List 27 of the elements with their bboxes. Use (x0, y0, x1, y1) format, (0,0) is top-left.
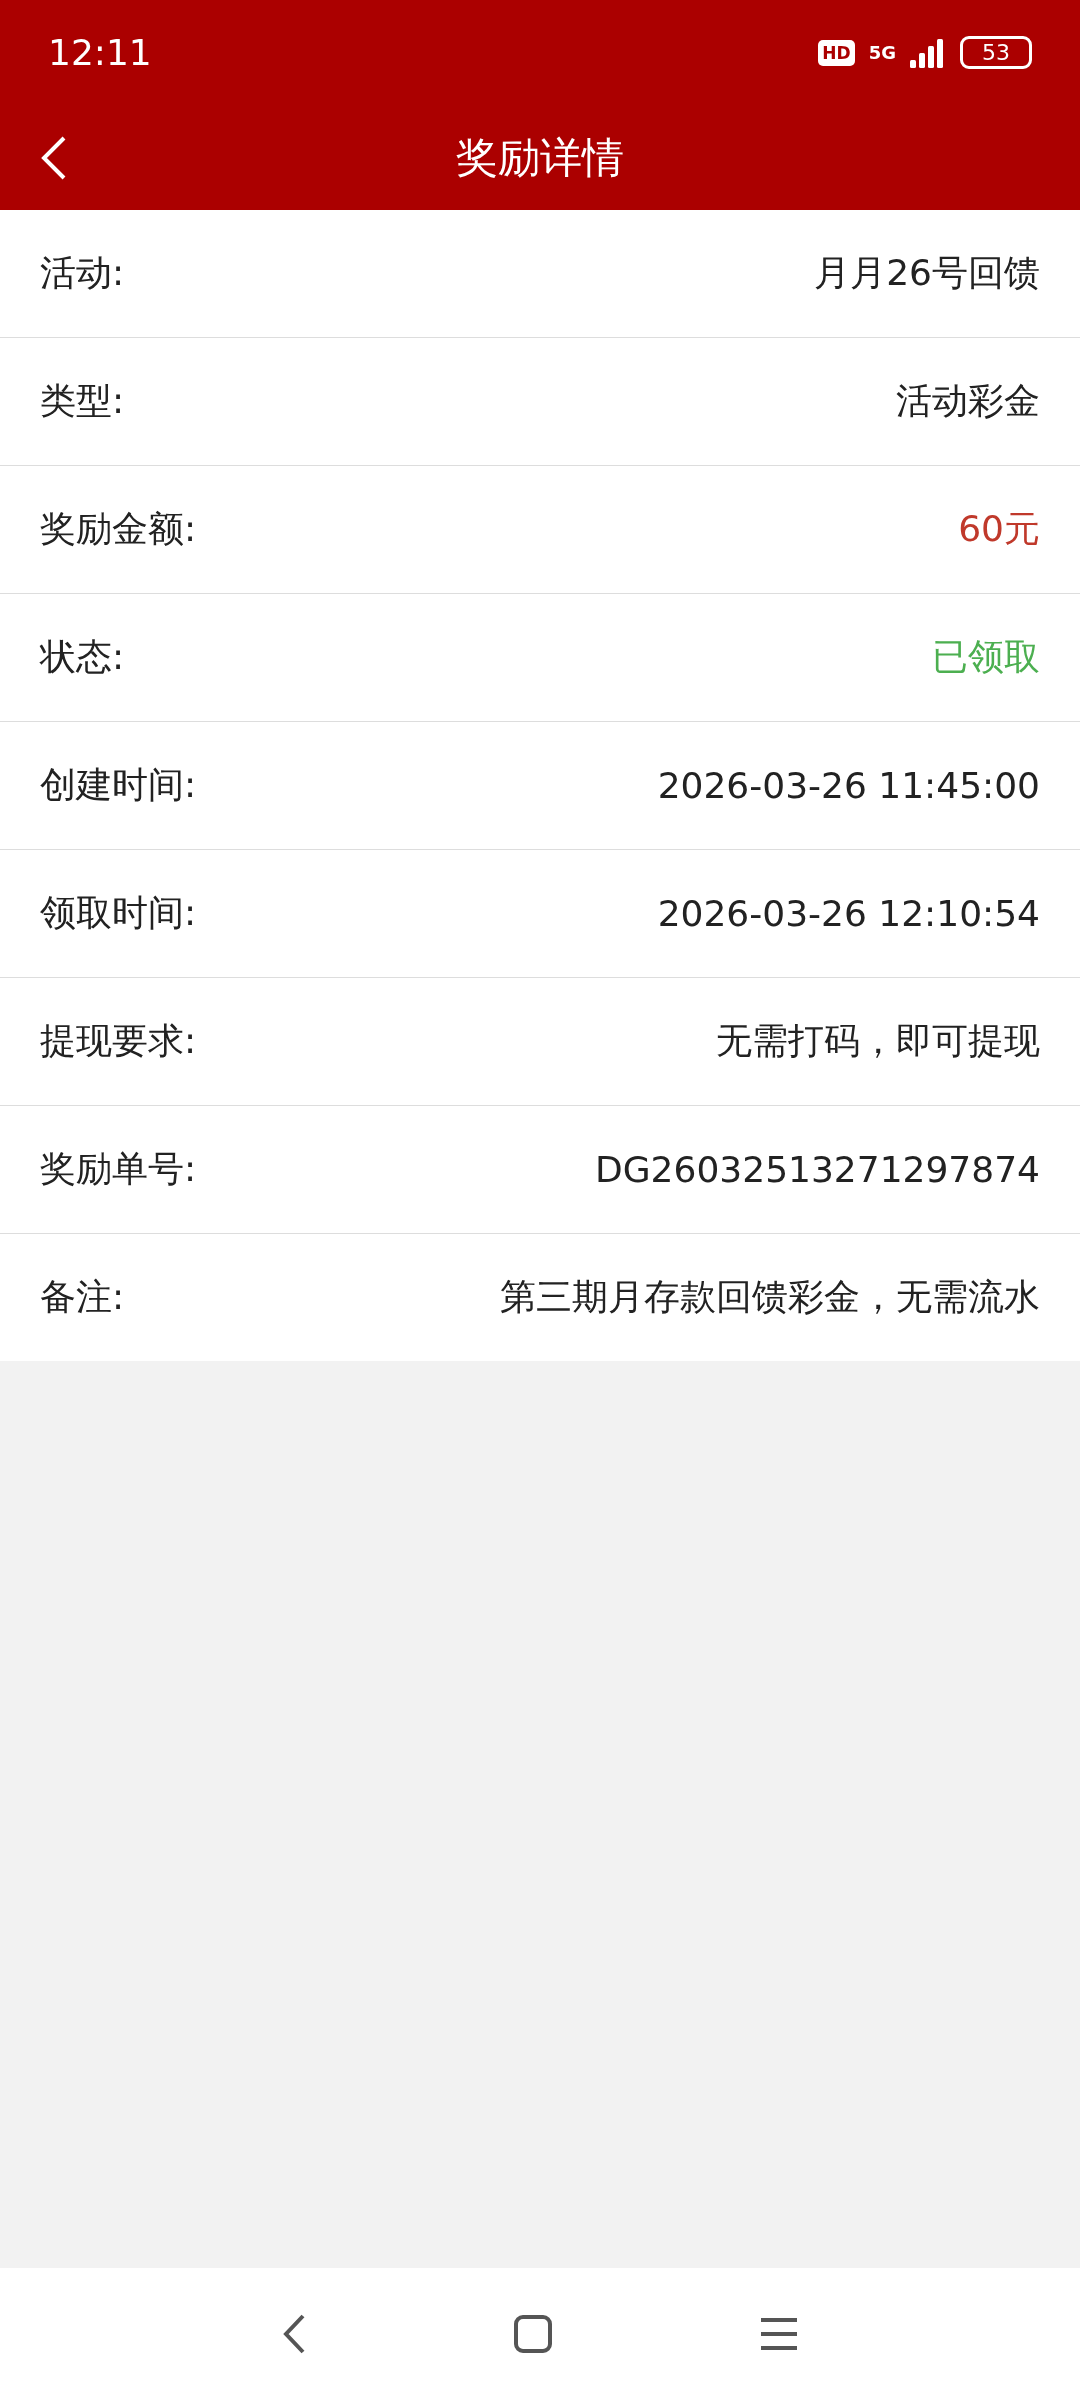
detail-value: 60元 (958, 507, 1040, 551)
detail-label: 备注: (40, 1275, 125, 1319)
back-icon (281, 2313, 307, 2355)
detail-label: 奖励单号: (40, 1147, 197, 1191)
detail-label: 提现要求: (40, 1019, 197, 1063)
status-time: 12:11 (48, 32, 152, 73)
detail-value: 2026-03-26 12:10:54 (657, 893, 1040, 934)
signal-icon (910, 37, 946, 68)
menu-icon (759, 2316, 799, 2352)
detail-value: 2026-03-26 11:45:00 (657, 765, 1040, 806)
detail-value: 第三期月存款回馈彩金，无需流水 (500, 1275, 1040, 1319)
detail-value: 月月26号回馈 (814, 251, 1040, 295)
detail-label: 类型: (40, 379, 125, 423)
network-label: 5G (868, 42, 896, 63)
detail-label: 奖励金额: (40, 507, 197, 551)
hd-badge: HD (818, 39, 855, 66)
page-title: 奖励详情 (456, 131, 624, 184)
battery-level: 53 (960, 36, 1032, 69)
detail-value: DG26032513271297874 (595, 1149, 1040, 1190)
detail-label: 状态: (40, 635, 125, 679)
detail-label: 创建时间: (40, 763, 197, 807)
detail-value: 已领取 (932, 635, 1040, 679)
detail-value: 活动彩金 (896, 379, 1040, 423)
detail-label: 活动: (40, 251, 125, 295)
detail-label: 领取时间: (40, 891, 197, 935)
detail-value: 无需打码，即可提现 (716, 1019, 1040, 1063)
home-icon (513, 2314, 553, 2354)
